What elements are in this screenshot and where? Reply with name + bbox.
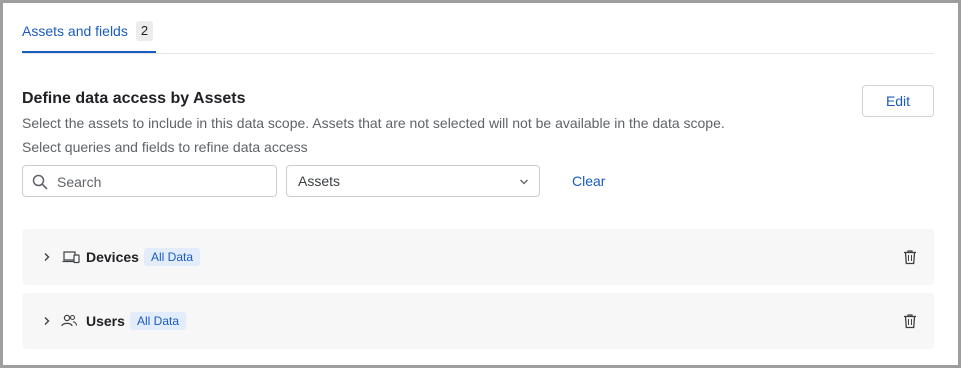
search-field[interactable] [22, 165, 277, 198]
trash-icon[interactable] [902, 313, 918, 329]
tab-assets-and-fields[interactable]: Assets and fields 2 [22, 21, 156, 53]
asset-row-devices[interactable]: Devices All Data [22, 229, 934, 285]
search-icon [32, 174, 48, 190]
clear-link[interactable]: Clear [572, 173, 605, 189]
chevron-right-icon[interactable] [42, 252, 52, 262]
tab-bar: Assets and fields 2 [22, 3, 934, 54]
select-value: Assets [298, 173, 341, 189]
chevron-down-icon [520, 179, 528, 185]
asset-type-select[interactable]: Assets [286, 165, 540, 197]
asset-name: Devices [86, 249, 139, 265]
access-badge: All Data [130, 312, 187, 330]
data-scope-panel: Assets and fields 2 Define data access b… [0, 0, 961, 368]
asset-name: Users [86, 313, 125, 329]
users-icon [61, 314, 78, 327]
chevron-right-icon[interactable] [42, 316, 52, 326]
active-tab-indicator [22, 51, 156, 53]
section-title: Define data access by Assets [22, 90, 246, 107]
section-description: Select the assets to include in this dat… [22, 115, 725, 131]
tab-count-badge: 2 [135, 21, 154, 41]
asset-row-users[interactable]: Users All Data [22, 293, 934, 349]
devices-icon [62, 251, 80, 264]
search-input[interactable] [55, 166, 274, 198]
trash-icon[interactable] [902, 249, 918, 265]
edit-button[interactable]: Edit [862, 85, 934, 117]
access-badge: All Data [144, 248, 201, 266]
tab-label: Assets and fields [22, 23, 128, 39]
refine-hint: Select queries and fields to refine data… [22, 139, 308, 155]
